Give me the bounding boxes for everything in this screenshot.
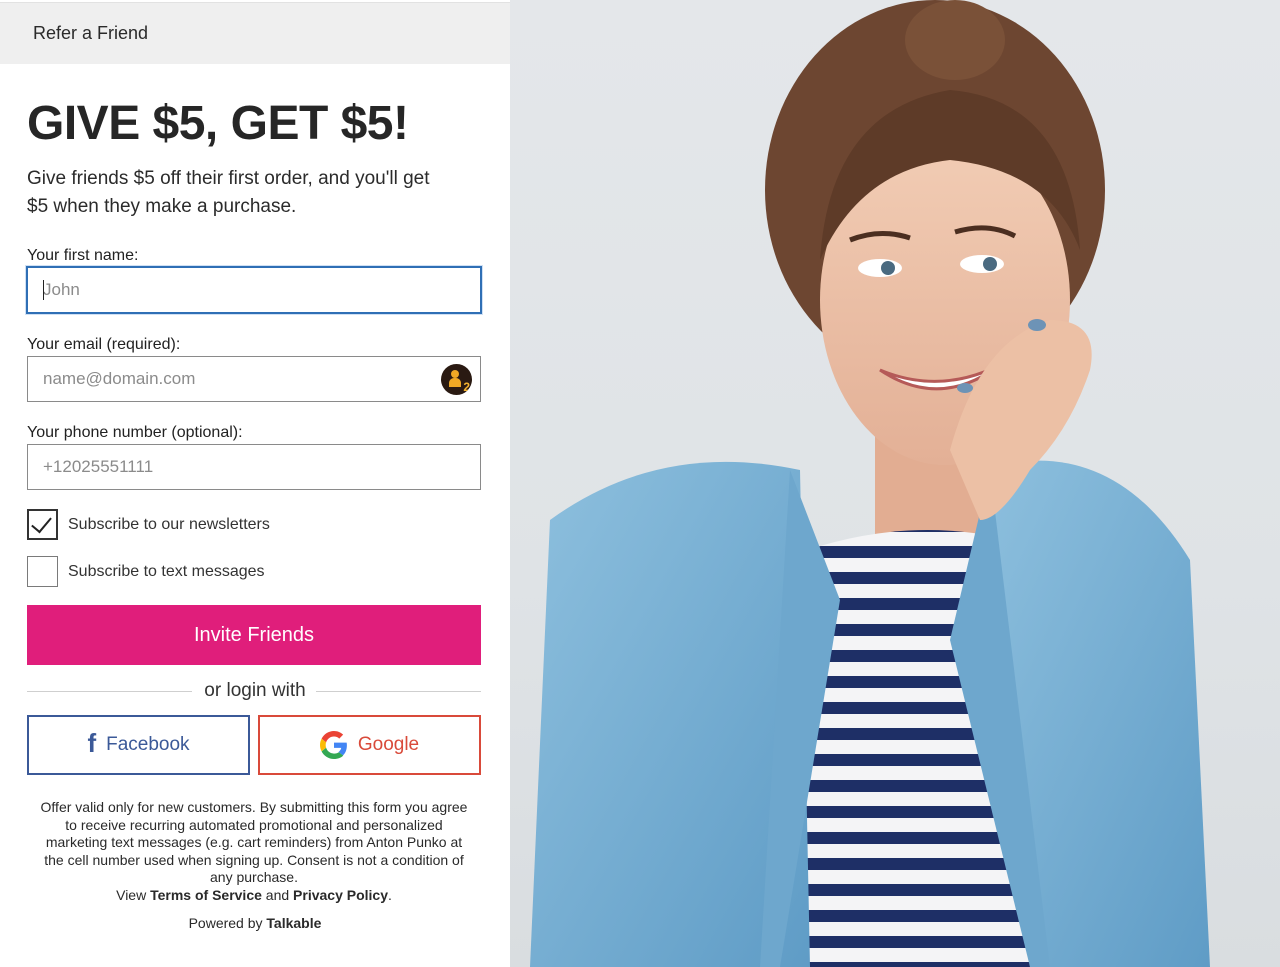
newsletter-label[interactable]: Subscribe to our newsletters bbox=[68, 516, 270, 534]
invite-friends-button[interactable]: Invite Friends bbox=[27, 605, 481, 665]
offer-subtitle: Give friends $5 off their first order, a… bbox=[27, 168, 430, 217]
badge-figure-body bbox=[449, 378, 461, 387]
google-login-button[interactable]: Google bbox=[258, 715, 481, 775]
referral-panel: Refer a Friend GIVE $5, GET $5! Give fri… bbox=[0, 0, 510, 967]
checkmark-icon bbox=[31, 511, 52, 534]
powered-by: Powered by Talkable bbox=[0, 915, 510, 931]
legal-disclaimer: Offer valid only for new customers. By s… bbox=[40, 799, 468, 904]
google-icon bbox=[319, 731, 347, 759]
password-manager-icon[interactable]: 2 bbox=[441, 364, 472, 395]
email-label: Your email (required): bbox=[27, 336, 181, 353]
email-field[interactable]: 2 bbox=[27, 356, 481, 402]
newsletter-checkbox[interactable] bbox=[27, 509, 58, 540]
text-messages-checkbox[interactable] bbox=[27, 556, 58, 587]
legal-and: and bbox=[265, 886, 290, 903]
legal-period: . bbox=[387, 886, 392, 903]
text-caret bbox=[43, 280, 44, 300]
offer-headline: GIVE $5, GET $5! bbox=[27, 97, 409, 150]
smiling-woman-illustration bbox=[530, 0, 1210, 967]
terms-link[interactable]: Terms of Service bbox=[150, 887, 262, 903]
privacy-link[interactable]: Privacy Policy bbox=[293, 887, 388, 903]
talkable-link[interactable]: Talkable bbox=[266, 915, 321, 931]
phone-field[interactable] bbox=[27, 444, 481, 490]
facebook-login-button[interactable]: f Facebook bbox=[27, 715, 250, 775]
promo-photo bbox=[510, 0, 1280, 967]
login-divider-text: or login with bbox=[204, 680, 306, 701]
header-bar: Refer a Friend bbox=[0, 2, 510, 64]
google-label: Google bbox=[357, 734, 420, 755]
badge-figure-head bbox=[451, 370, 459, 378]
phone-label: Your phone number (optional): bbox=[27, 424, 243, 441]
badge-count: 2 bbox=[463, 380, 470, 394]
first-name-input[interactable] bbox=[43, 268, 423, 312]
legal-text: Offer valid only for new customers. By s… bbox=[40, 799, 468, 885]
first-name-field[interactable] bbox=[26, 266, 482, 314]
legal-view: View bbox=[116, 886, 147, 903]
email-input[interactable] bbox=[43, 357, 423, 401]
first-name-label: Your first name: bbox=[27, 247, 139, 264]
facebook-label: Facebook bbox=[106, 734, 190, 755]
text-messages-label[interactable]: Subscribe to text messages bbox=[68, 563, 265, 581]
phone-input[interactable] bbox=[43, 445, 423, 489]
header-title: Refer a Friend bbox=[33, 23, 149, 43]
facebook-icon: f bbox=[87, 728, 97, 758]
powered-by-text: Powered by bbox=[188, 915, 263, 931]
